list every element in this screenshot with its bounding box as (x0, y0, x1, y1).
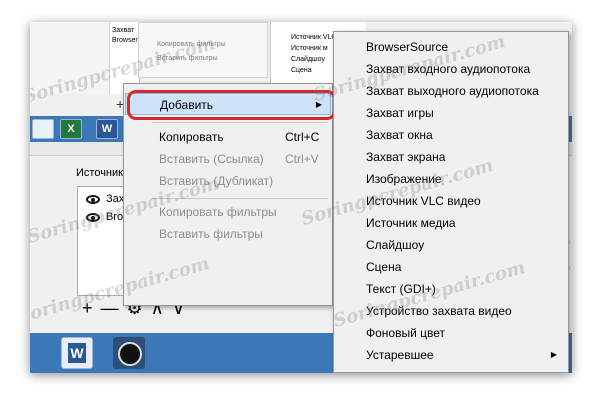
mini-menu-copy-filters: Копировать фильтры (157, 41, 226, 48)
add-submenu: BrowserSource Захват входного аудиопоток… (333, 31, 569, 373)
source-item[interactable]: Зах (86, 190, 124, 208)
submenu-item-media-source[interactable]: Источник медиа (335, 212, 567, 234)
menu-item-label: Вставить (Дубликат) (159, 174, 274, 188)
submenu-item-audio-output-capture[interactable]: Захват выходного аудиопотока (335, 80, 567, 102)
submenu-item-display-capture[interactable]: Захват экрана (335, 146, 567, 168)
source-name: Bro (106, 211, 124, 223)
eye-icon[interactable] (86, 212, 100, 222)
mini-context-menu: Копировать фильтры Вставить фильтры (138, 22, 268, 78)
submenu-item-image[interactable]: Изображение (335, 168, 567, 190)
chevron-right-icon: ▶ (315, 100, 322, 109)
menu-item-label: Копировать (159, 130, 224, 144)
remove-icon[interactable]: — (101, 299, 119, 317)
menu-separator (152, 198, 328, 199)
source-name: Зах (106, 193, 125, 205)
menu-item-copy-filters[interactable]: Копировать фильтры (125, 201, 331, 223)
add-icon[interactable]: + (82, 299, 93, 317)
submenu-item-video-capture-device[interactable]: Устройство захвата видео (335, 300, 567, 322)
sources-label: Источник (76, 167, 123, 179)
menu-item-paste-duplicate[interactable]: Вставить (Дубликат) (125, 170, 331, 192)
source-item[interactable]: Bro (86, 208, 123, 226)
preview-area (30, 22, 110, 94)
mini-menu-paste-filters: Вставить фильтры (157, 55, 218, 62)
menu-item-label: Добавить (160, 98, 214, 112)
submenu-item-label: Устаревшее (366, 348, 434, 362)
app-screenshot: Захват Browser Копировать фильтры Встави… (30, 22, 572, 373)
submenu-item-deprecated[interactable]: Устаревшее ▶ (335, 344, 567, 366)
folder-icon[interactable] (32, 119, 54, 139)
submenu-item-slideshow[interactable]: Слайдшоу (335, 234, 567, 256)
menu-item-paste-filters[interactable]: Вставить фильтры (125, 223, 331, 245)
obs-taskbar-icon[interactable] (113, 337, 145, 369)
menu-item-shortcut: Ctrl+V (285, 152, 319, 166)
menu-item-label: Копировать фильтры (159, 205, 277, 219)
excel-icon[interactable]: X (60, 119, 82, 139)
word-taskbar-icon[interactable] (61, 337, 93, 369)
menu-item-copy[interactable]: Копировать Ctrl+C (125, 126, 331, 148)
mini-source-0: Захват (112, 27, 135, 34)
submenu-item-window-capture[interactable]: Захват окна (335, 124, 567, 146)
mini-source-1: Browser (112, 37, 138, 44)
word-icon[interactable]: W (96, 119, 118, 139)
chevron-right-icon: ▶ (550, 350, 557, 359)
context-menu: Добавить ▶ Копировать Ctrl+C Вставить (С… (123, 83, 333, 306)
menu-item-shortcut: Ctrl+C (285, 130, 320, 144)
submenu-item-browsersource[interactable]: BrowserSource (335, 36, 567, 58)
submenu-item-scene[interactable]: Сцена (335, 256, 567, 278)
submenu-item-color-source[interactable]: Фоновый цвет (335, 322, 567, 344)
submenu-item-audio-input-capture[interactable]: Захват входного аудиопотока (335, 58, 567, 80)
menu-item-label: Вставить фильтры (159, 227, 263, 241)
submenu-item-vlc-video-source[interactable]: Источник VLC видео (335, 190, 567, 212)
menu-separator (152, 122, 328, 123)
menu-item-label: Вставить (Ссылка) (159, 152, 264, 166)
menu-item-add[interactable]: Добавить ▶ (125, 93, 331, 115)
submenu-item-text-gdi[interactable]: Текст (GDI+) (335, 278, 567, 300)
menu-item-paste-reference[interactable]: Вставить (Ссылка) Ctrl+V (125, 148, 331, 170)
submenu-item-game-capture[interactable]: Захват игры (335, 102, 567, 124)
mini-sources-list: Захват Browser (112, 26, 138, 46)
eye-icon[interactable] (86, 194, 100, 204)
